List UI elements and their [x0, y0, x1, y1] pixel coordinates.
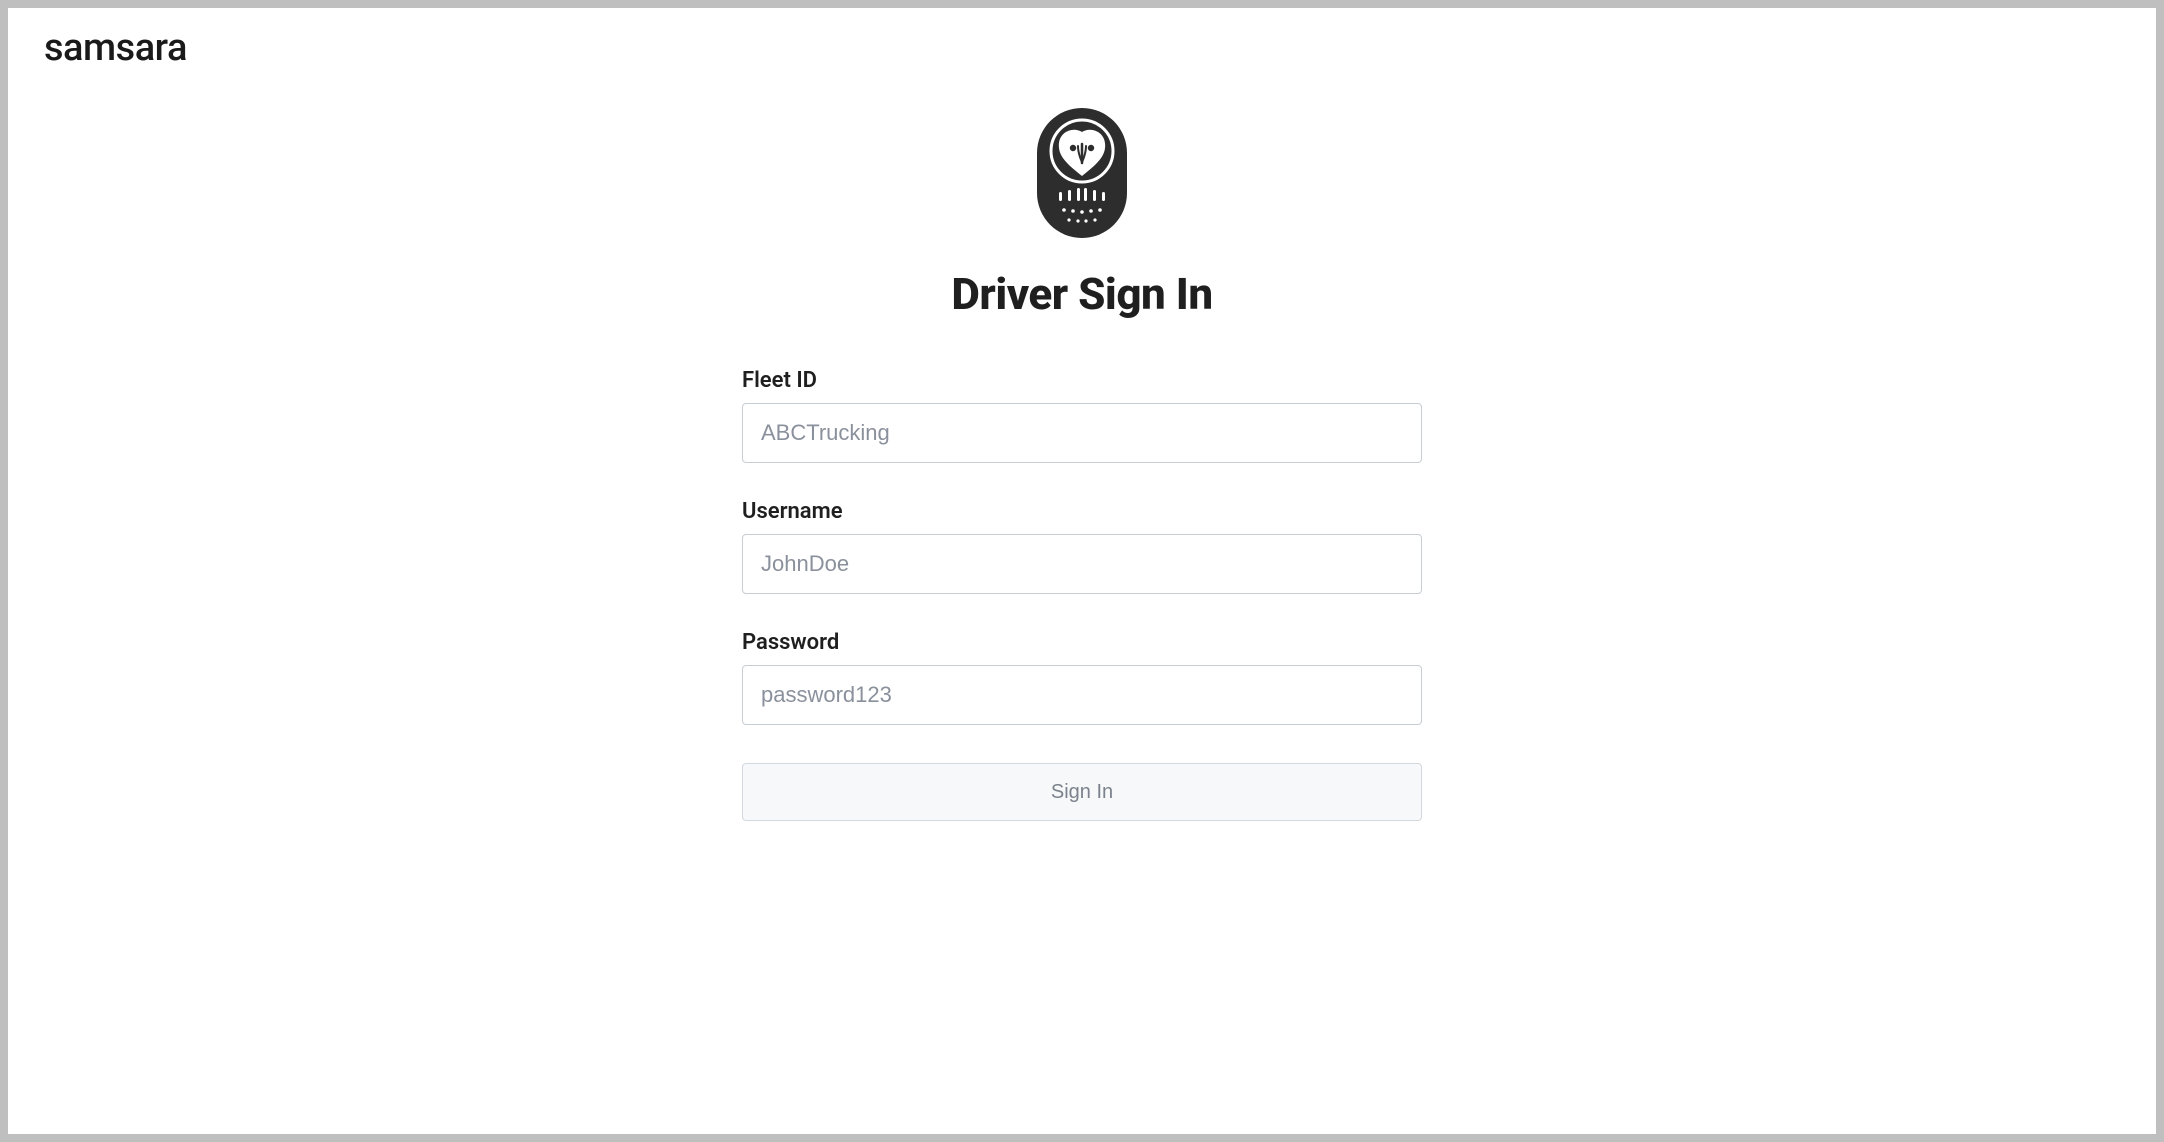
signin-form: Fleet ID Username Password Sign In — [742, 368, 1422, 821]
brand-wordmark: samsara — [44, 26, 187, 70]
fleet-id-input[interactable] — [742, 403, 1422, 463]
password-group: Password — [742, 630, 1422, 725]
fleet-id-group: Fleet ID — [742, 368, 1422, 463]
password-input[interactable] — [742, 665, 1422, 725]
page-title: Driver Sign In — [951, 268, 1212, 320]
username-group: Username — [742, 499, 1422, 594]
fleet-id-label: Fleet ID — [742, 368, 1422, 393]
password-label: Password — [742, 630, 1422, 655]
signin-button[interactable]: Sign In — [742, 763, 1422, 821]
owl-logo-icon — [1037, 108, 1127, 238]
login-container: Driver Sign In Fleet ID Username Passwor… — [742, 108, 1422, 821]
username-input[interactable] — [742, 534, 1422, 594]
username-label: Username — [742, 499, 1422, 524]
page-frame: samsara — [8, 8, 2156, 1134]
